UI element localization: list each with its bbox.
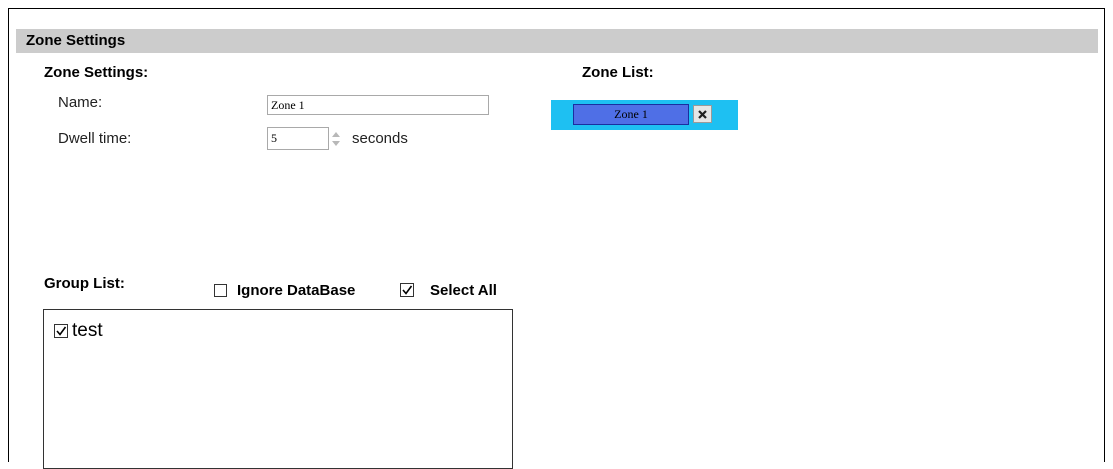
dwell-time-input[interactable] xyxy=(267,127,329,150)
stepper-down-icon[interactable] xyxy=(332,141,340,146)
group-item-checkbox[interactable] xyxy=(54,323,69,339)
group-item-label: test xyxy=(72,320,103,341)
zone-list-title: Zone List: xyxy=(582,64,654,81)
group-list-item[interactable]: test xyxy=(54,320,103,342)
remove-zone-button[interactable] xyxy=(693,105,712,123)
dwell-time-stepper[interactable] xyxy=(330,129,342,149)
ignore-database-checkbox[interactable] xyxy=(214,284,227,297)
panel-header-title: Zone Settings xyxy=(26,32,126,49)
ignore-database-label: Ignore DataBase xyxy=(237,282,356,299)
group-list-box: test xyxy=(43,309,513,469)
select-all-label: Select All xyxy=(430,282,497,299)
select-all-checkbox[interactable] xyxy=(400,283,415,298)
ignore-database-option[interactable]: Ignore DataBase xyxy=(214,282,355,299)
panel-header: Zone Settings xyxy=(16,29,1098,53)
zone-list: Zone 1 xyxy=(551,100,738,130)
zone-list-item[interactable]: Zone 1 xyxy=(573,104,689,125)
close-icon xyxy=(698,109,707,119)
stepper-up-icon[interactable] xyxy=(332,132,340,137)
select-all-option[interactable]: Select All xyxy=(400,282,497,299)
zone-name-input[interactable] xyxy=(267,95,489,115)
dwell-time-label: Dwell time: xyxy=(58,130,132,147)
zone-settings-title: Zone Settings: xyxy=(44,64,149,81)
group-list-title: Group List: xyxy=(44,275,125,292)
name-label: Name: xyxy=(58,94,103,111)
dwell-time-unit: seconds xyxy=(352,130,408,147)
